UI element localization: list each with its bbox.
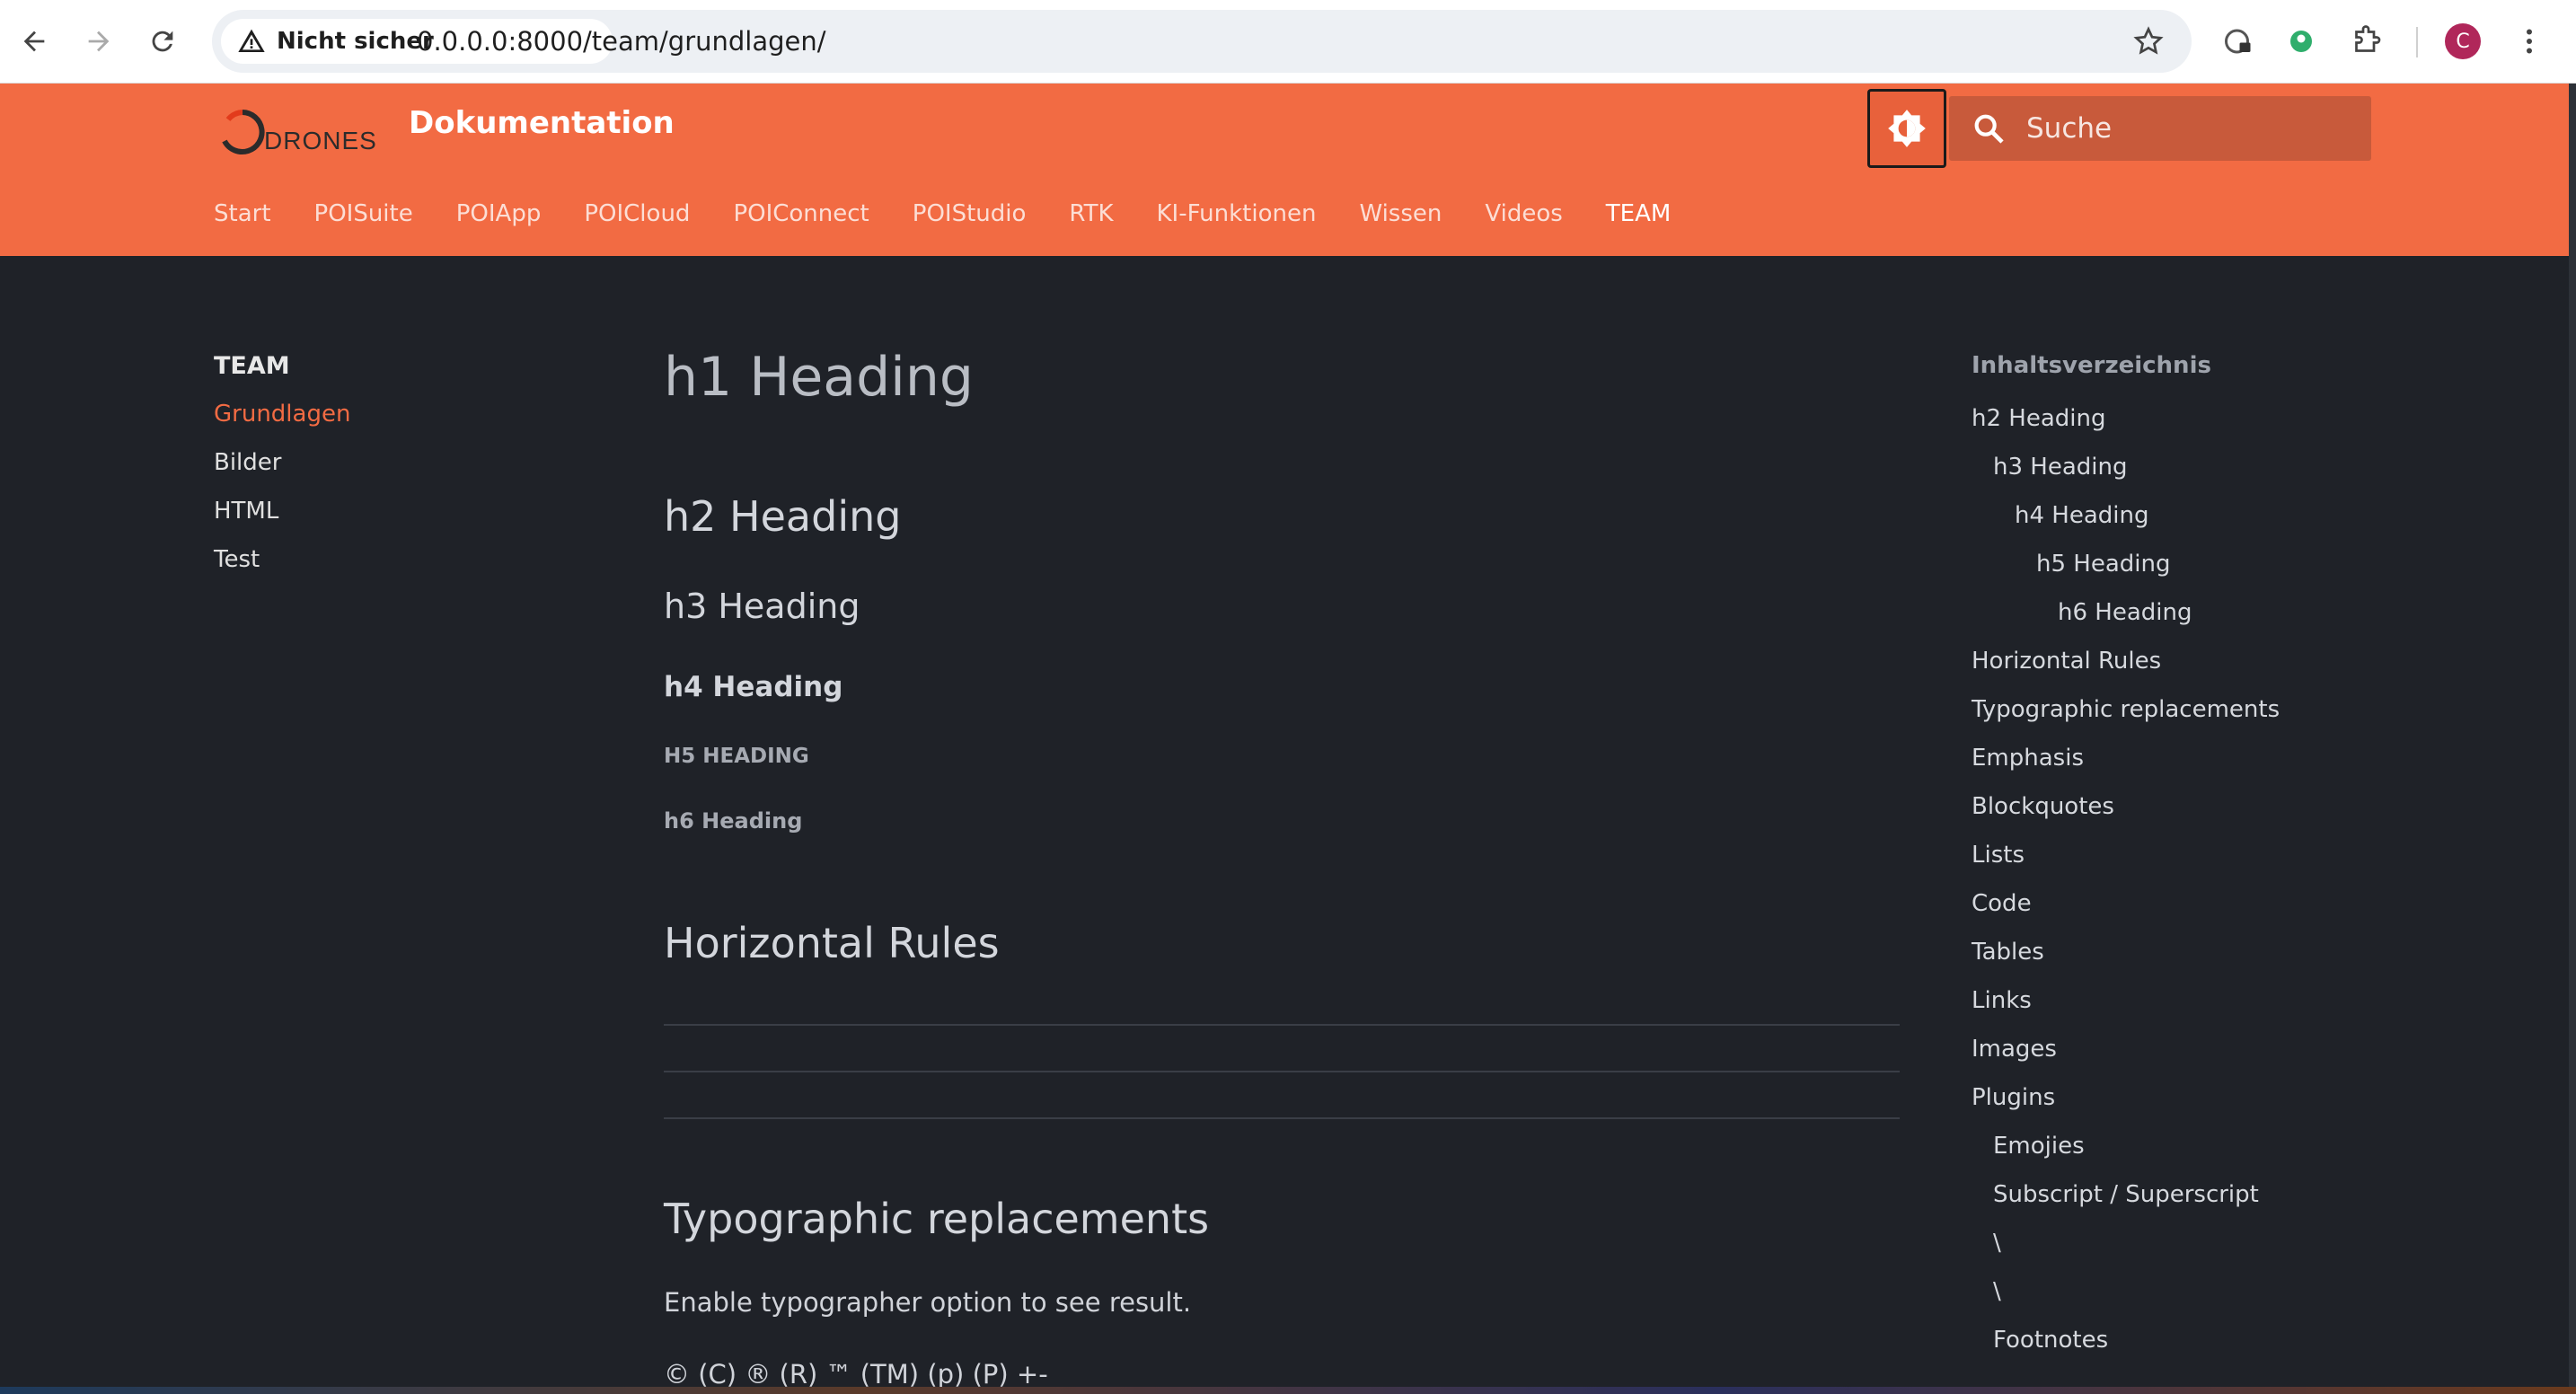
toc-item[interactable]: Emojies	[1972, 1128, 2280, 1177]
tab-ki-funktionen[interactable]: KI-Funktionen	[1157, 200, 1317, 227]
site-logo[interactable]: DRONES	[216, 105, 376, 159]
logo-mark-icon	[222, 110, 265, 154]
toc-title: Inhaltsverzeichnis	[1972, 352, 2211, 379]
toc-item[interactable]: Subscript / Superscript	[1972, 1177, 2280, 1225]
h2-heading: h2 Heading	[664, 492, 902, 541]
puzzle-extensions-icon[interactable]	[2346, 22, 2386, 61]
tab-poicloud[interactable]: POICloud	[584, 200, 690, 227]
h1-heading: h1 Heading	[664, 346, 974, 409]
security-label: Nicht sicher	[277, 28, 434, 55]
toc-item[interactable]: Plugins	[1972, 1080, 2280, 1128]
toc-item[interactable]: Images	[1972, 1031, 2280, 1080]
toc-item[interactable]: Emphasis	[1972, 740, 2280, 789]
url-text[interactable]: 0.0.0.0:8000/team/grundlagen/	[417, 26, 826, 57]
left-sidebar: TEAM Grundlagen Bilder HTML Test	[214, 352, 350, 590]
toc-item[interactable]: Typographic replacements	[1972, 692, 2280, 740]
toc-item[interactable]: h6 Heading	[1972, 595, 2280, 643]
window-edge	[2569, 84, 2576, 1394]
sidebar-title: TEAM	[214, 352, 290, 380]
sidebar-item-html[interactable]: HTML	[214, 493, 350, 542]
address-bar[interactable]: Nicht sicher 0.0.0.0:8000/team/grundlage…	[212, 10, 2192, 73]
toc-item[interactable]: \	[1972, 1274, 2280, 1322]
typographic-replacements-heading: Typographic replacements	[664, 1195, 1210, 1243]
theme-toggle-button[interactable]	[1867, 89, 1946, 168]
arrow-right-icon	[88, 31, 110, 52]
sync-extension-icon[interactable]	[2281, 22, 2321, 61]
tab-poisuite[interactable]: POISuite	[314, 200, 413, 227]
horizontal-rules-heading: Horizontal Rules	[664, 919, 1000, 967]
sidebar-item-bilder[interactable]: Bilder	[214, 445, 350, 493]
tab-wissen[interactable]: Wissen	[1359, 200, 1442, 227]
tab-poiconnect[interactable]: POIConnect	[733, 200, 869, 227]
h6-heading: h6 Heading	[664, 808, 803, 834]
h3-heading: h3 Heading	[664, 587, 860, 626]
reload-icon	[152, 31, 173, 52]
toc-item[interactable]: h5 Heading	[1972, 546, 2280, 595]
main-tabs: Start POISuite POIApp POICloud POIConnect POI…	[214, 200, 1714, 227]
toc-item[interactable]: Lists	[1972, 837, 2280, 886]
back-button[interactable]	[13, 20, 56, 63]
star-icon[interactable]	[2132, 25, 2165, 57]
h4-heading: h4 Heading	[664, 671, 843, 703]
tab-videos[interactable]: Videos	[1485, 200, 1562, 227]
toc-item[interactable]: Code	[1972, 886, 2280, 934]
search-icon	[1974, 114, 2004, 144]
warning-icon	[238, 29, 265, 52]
site-header: DRONES Dokumentation Start POISuite POIApp…	[0, 84, 2569, 256]
tab-poiapp[interactable]: POIApp	[456, 200, 542, 227]
toc-item[interactable]: Horizontal Rules	[1972, 643, 2280, 692]
sidebar-item-grundlagen[interactable]: Grundlagen	[214, 396, 350, 445]
logo-text: DRONES	[264, 127, 377, 154]
toc-item[interactable]: \	[1972, 1225, 2280, 1274]
tab-team[interactable]: TEAM	[1606, 200, 1672, 227]
toc-item[interactable]: Blockquotes	[1972, 789, 2280, 837]
horizontal-rule	[664, 1024, 1900, 1026]
menu-icon[interactable]	[2510, 22, 2549, 61]
profile-avatar[interactable]: C	[2445, 23, 2481, 59]
toc-item[interactable]: h4 Heading	[1972, 498, 2280, 546]
toc-item[interactable]: h2 Heading	[1972, 401, 2280, 449]
toc-item[interactable]: Footnotes	[1972, 1322, 2280, 1371]
tab-poistudio[interactable]: POIStudio	[913, 200, 1027, 227]
desktop-strip	[0, 1387, 2576, 1394]
arrow-left-icon	[23, 31, 45, 52]
table-of-contents: Inhaltsverzeichnis h2 Heading h3 Heading h…	[1972, 352, 2280, 1371]
h5-heading: h5 Heading	[664, 745, 809, 768]
toc-item[interactable]: Links	[1972, 983, 2280, 1031]
sidebar-item-test[interactable]: Test	[214, 542, 350, 590]
forward-button[interactable]	[77, 20, 120, 63]
password-extension-icon[interactable]	[2219, 22, 2258, 61]
search-input[interactable]	[2026, 96, 2359, 161]
horizontal-rule	[664, 1071, 1900, 1072]
toolbar-divider	[2416, 27, 2418, 57]
horizontal-rule	[664, 1117, 1900, 1119]
site-title[interactable]: Dokumentation	[409, 105, 675, 141]
reload-button[interactable]	[141, 20, 184, 63]
toc-item[interactable]: h3 Heading	[1972, 449, 2280, 498]
toc-item[interactable]: Tables	[1972, 934, 2280, 983]
tab-rtk[interactable]: RTK	[1069, 200, 1113, 227]
search-box[interactable]	[1949, 96, 2371, 161]
symbols-line: © (C) ® (R) ™ (TM) (p) (P) +-	[664, 1359, 1048, 1390]
browser-toolbar: Nicht sicher 0.0.0.0:8000/team/grundlage…	[0, 0, 2576, 84]
brightness-icon	[1888, 110, 1926, 147]
typographer-note: Enable typographer option to see result.	[664, 1287, 1192, 1318]
tab-start[interactable]: Start	[214, 200, 271, 227]
